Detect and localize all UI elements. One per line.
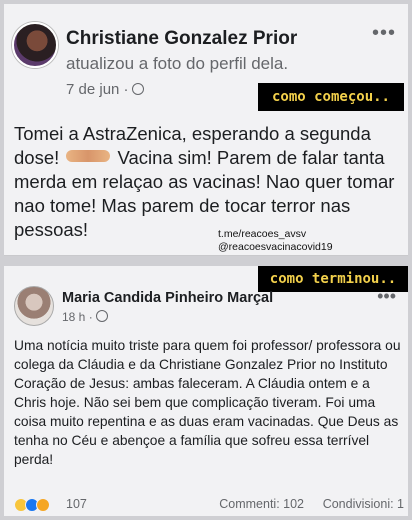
reaction-count[interactable]: 107 — [66, 497, 87, 511]
post-author[interactable]: Maria Candida Pinheiro Marçal — [62, 290, 273, 306]
post-card-first: Christiane Gonzalez Prior atualizou a fo… — [4, 4, 408, 256]
more-options-icon[interactable]: ••• — [377, 286, 396, 307]
globe-icon — [95, 310, 108, 322]
watermark: t.me/reacoes_avsv @reacoesvacinacovid19 — [218, 228, 333, 254]
reactions[interactable] — [14, 497, 50, 512]
clapping-hands-emoji — [66, 150, 111, 162]
more-options-icon[interactable]: ••• — [372, 22, 396, 45]
post-date[interactable]: 18 h · — [62, 310, 108, 324]
globe-icon — [131, 83, 144, 95]
post-author[interactable]: Christiane Gonzalez Prior — [66, 28, 297, 50]
post-card-second: como terminou.. Maria Candida Pinheiro M… — [4, 266, 408, 516]
post-text: Uma notícia muito triste para quem foi p… — [14, 338, 401, 467]
post-action: atualizou a foto do perfil dela. — [66, 54, 289, 73]
post-text: Tomei a AstraZenica, esperando a segunda… — [14, 122, 406, 242]
avatar[interactable] — [14, 286, 54, 326]
post-date[interactable]: 7 de jun · — [66, 81, 144, 98]
post-date-text: 18 h · — [62, 310, 93, 324]
post-date-text: 7 de jun · — [66, 81, 129, 98]
watermark-handle: @reacoesvacinacovid19 — [218, 241, 333, 253]
shares-count[interactable]: Condivisioni: 1 — [323, 497, 404, 511]
overlay-caption: como começou.. — [258, 83, 404, 111]
avatar[interactable] — [12, 22, 58, 68]
post-footer: 107 Commenti: 102 Condivisioni: 1 — [14, 496, 404, 514]
watermark-link: t.me/reacoes_avsv — [218, 228, 307, 240]
care-reaction-icon — [36, 497, 50, 512]
comments-count[interactable]: Commenti: 102 — [219, 497, 304, 511]
